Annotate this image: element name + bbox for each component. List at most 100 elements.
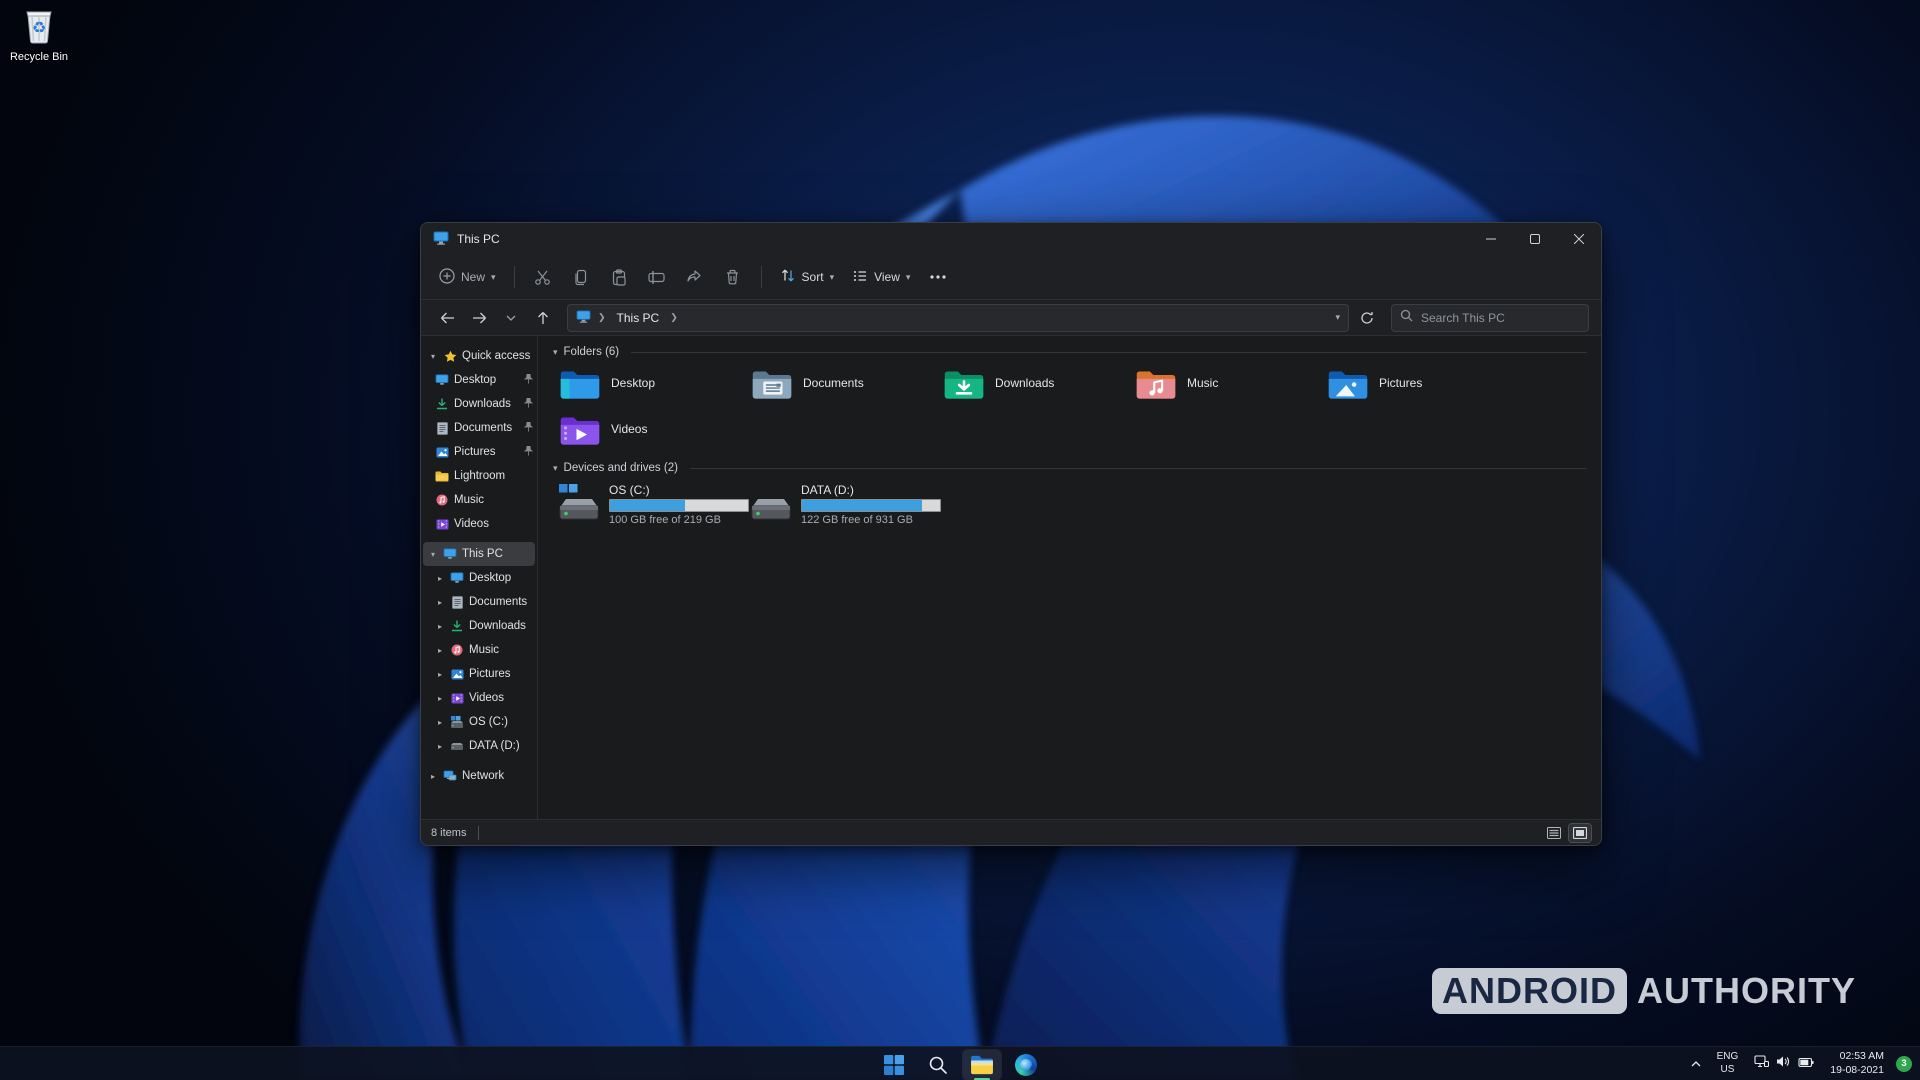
folder-icon <box>435 469 449 483</box>
watermark-badge: ANDROID <box>1432 968 1627 1014</box>
drive-usage-fill <box>610 500 685 511</box>
folders-section-header[interactable]: ▾ Folders (6) <box>553 346 1587 358</box>
drive-name: OS (C:) <box>609 483 749 497</box>
caption-buttons <box>1469 223 1601 255</box>
chevron-down-icon: ▾ <box>428 352 438 361</box>
maximize-button[interactable] <box>1513 223 1557 255</box>
address-dropdown-button[interactable]: ▾ <box>1335 312 1340 323</box>
chevron-right-icon: ▸ <box>435 742 445 751</box>
sidebar-item-pc-pictures[interactable]: ▸ Pictures <box>423 662 535 686</box>
sidebar-item-label: Pictures <box>469 668 511 680</box>
chevron-right-icon: ▸ <box>428 772 438 781</box>
sidebar-item-this-pc[interactable]: ▾ This PC <box>423 542 535 566</box>
sidebar-item-network[interactable]: ▸ Network <box>423 764 535 788</box>
minimize-button[interactable] <box>1469 223 1513 255</box>
recent-locations-button[interactable] <box>497 304 525 332</box>
sidebar-item-pc-desktop[interactable]: ▸ Desktop <box>423 566 535 590</box>
view-button[interactable]: View ▾ <box>844 263 918 292</box>
sidebar-item-label: This PC <box>462 548 503 560</box>
plus-circle-icon <box>439 268 455 287</box>
sidebar-item-pc-documents[interactable]: ▸ Documents <box>423 590 535 614</box>
large-thumbnails-view-button[interactable] <box>1569 824 1591 842</box>
sidebar-item-downloads[interactable]: Downloads <box>423 392 535 416</box>
sidebar-item-os-c[interactable]: ▸ OS (C:) <box>423 710 535 734</box>
folder-tile-videos[interactable]: Videos <box>553 410 745 456</box>
close-button[interactable] <box>1557 223 1601 255</box>
status-divider <box>478 826 479 840</box>
chevron-right-icon: ▸ <box>435 670 445 679</box>
chevron-down-icon: ▾ <box>553 347 558 358</box>
items-view: ▾ Folders (6) Desktop Documents Download… <box>538 336 1601 819</box>
drive-tile-os-c[interactable]: OS (C:) 100 GB free of 219 GB <box>553 480 745 532</box>
drive-tile-data-d[interactable]: DATA (D:) 122 GB free of 931 GB <box>745 480 937 532</box>
watermark-text: AUTHORITY <box>1637 970 1856 1012</box>
paste-button[interactable] <box>601 261 637 293</box>
drive-usage-bar <box>801 499 941 512</box>
chevron-right-icon: ▸ <box>435 694 445 703</box>
drive-icon <box>749 482 793 530</box>
rename-button[interactable] <box>639 261 675 293</box>
copy-button[interactable] <box>563 261 599 293</box>
search-input[interactable] <box>1421 311 1580 325</box>
sidebar-item-pictures[interactable]: Pictures <box>423 440 535 464</box>
sidebar-item-pc-videos[interactable]: ▸ Videos <box>423 686 535 710</box>
sidebar-item-data-d[interactable]: ▸ DATA (D:) <box>423 734 535 758</box>
pin-icon <box>524 422 533 435</box>
chevron-right-icon: ▸ <box>435 646 445 655</box>
sidebar-item-videos[interactable]: Videos <box>423 512 535 536</box>
documents-folder-icon <box>751 368 793 407</box>
folder-tile-label: Pictures <box>1379 376 1422 390</box>
sidebar-item-quick-access[interactable]: ▾ Quick access <box>423 344 535 368</box>
folder-tile-downloads[interactable]: Downloads <box>937 364 1129 410</box>
folder-tile-music[interactable]: Music <box>1129 364 1321 410</box>
window-title: This PC <box>457 232 500 246</box>
pictures-icon <box>450 667 464 681</box>
new-button-label: New <box>461 270 485 284</box>
notification-badge[interactable]: 3 <box>1896 1056 1912 1072</box>
clock[interactable]: 02:53 AM 19-08-2021 <box>1824 1048 1890 1079</box>
sidebar-item-pc-music[interactable]: ▸ Music <box>423 638 535 662</box>
file-explorer-button[interactable] <box>963 1050 1001 1080</box>
music-icon <box>435 493 449 507</box>
breadcrumb-this-pc[interactable]: This PC <box>613 309 664 327</box>
folders-section-title: Folders (6) <box>564 346 620 358</box>
refresh-button[interactable] <box>1353 304 1381 332</box>
language-indicator[interactable]: ENG US <box>1711 1049 1745 1078</box>
sidebar-item-desktop[interactable]: Desktop <box>423 368 535 392</box>
network-icon <box>443 769 457 783</box>
back-button[interactable] <box>433 304 461 332</box>
folder-tile-documents[interactable]: Documents <box>745 364 937 410</box>
details-view-button[interactable] <box>1543 824 1565 842</box>
tray-overflow-chevron[interactable] <box>1685 1051 1707 1077</box>
taskbar: ENG US 02:53 AM 19-08-2021 3 <box>0 1046 1920 1080</box>
sidebar-item-documents[interactable]: Documents <box>423 416 535 440</box>
search-button[interactable] <box>919 1050 957 1080</box>
recycle-bin-shortcut[interactable]: ♻ Recycle Bin <box>6 6 72 63</box>
drives-section-header[interactable]: ▾ Devices and drives (2) <box>553 462 1587 474</box>
folder-tile-label: Music <box>1187 376 1218 390</box>
taskbar-center-icons <box>875 1047 1045 1080</box>
sidebar-item-lightroom[interactable]: Lightroom <box>423 464 535 488</box>
start-button[interactable] <box>875 1050 913 1080</box>
folder-tile-pictures[interactable]: Pictures <box>1321 364 1513 410</box>
edge-button[interactable] <box>1007 1050 1045 1080</box>
sort-icon <box>780 268 796 286</box>
up-button[interactable] <box>529 304 557 332</box>
sort-button[interactable]: Sort ▾ <box>772 262 843 292</box>
chevron-down-icon: ▾ <box>428 550 438 559</box>
new-button[interactable]: New ▾ <box>431 262 504 293</box>
delete-button[interactable] <box>715 261 751 293</box>
sidebar-item-music[interactable]: Music <box>423 488 535 512</box>
more-options-button[interactable] <box>920 261 956 293</box>
forward-button[interactable] <box>465 304 493 332</box>
folder-tile-desktop[interactable]: Desktop <box>553 364 745 410</box>
sidebar-item-pc-downloads[interactable]: ▸ Downloads <box>423 614 535 638</box>
title-bar[interactable]: This PC <box>421 223 1601 255</box>
breadcrumb[interactable]: ❯ This PC ❯ ▾ <box>567 304 1349 332</box>
share-button[interactable] <box>677 261 713 293</box>
android-authority-watermark: ANDROID AUTHORITY <box>1432 968 1856 1014</box>
pictures-icon <box>435 445 449 459</box>
cut-button[interactable] <box>525 261 561 293</box>
view-toggles <box>1543 824 1591 842</box>
tray-status-icons[interactable] <box>1748 1051 1820 1077</box>
